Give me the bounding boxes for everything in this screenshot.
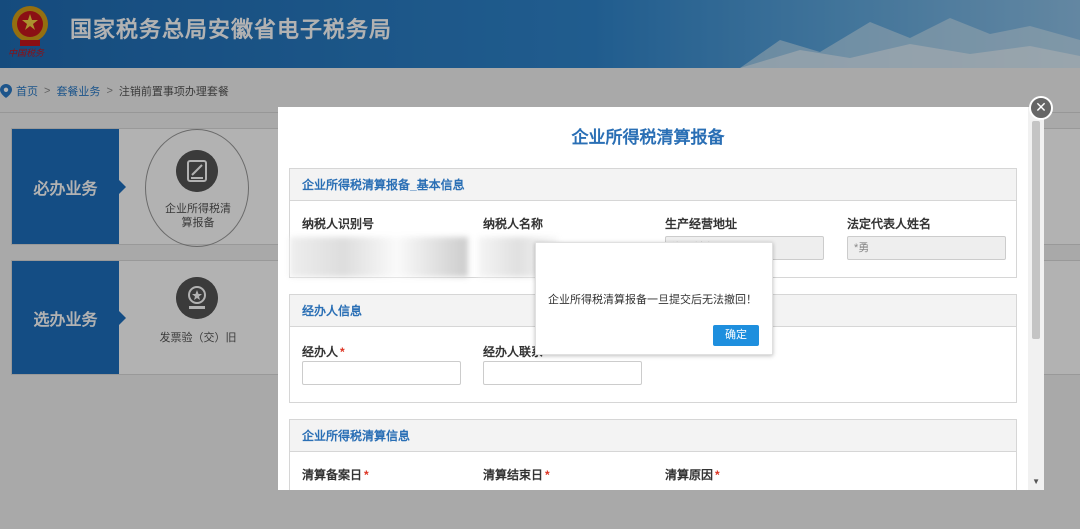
section-heading: 企业所得税清算报备_基本信息 [290,169,1016,201]
clearing-info-section: 企业所得税清算信息 清算备案日 * 清算结束日 * 清算原因 * [289,419,1017,490]
end-date-label: 清算结束日 * [483,466,550,483]
reason-label-text: 清算原因 [665,468,714,482]
agent-label: 经办人 * [302,343,345,360]
legal-rep-label: 法定代表人姓名 [847,217,932,231]
confirm-alert-dialog: 企业所得税清算报备一旦提交后无法撤回！ 确定 [535,242,773,355]
alert-message: 企业所得税清算报备一旦提交后无法撤回！ [548,294,757,306]
required-mark: * [715,468,720,482]
alert-ok-button[interactable]: 确定 [713,325,759,346]
required-mark: * [364,468,369,482]
scrollbar-thumb[interactable] [1032,121,1040,339]
agent-contact-input[interactable] [483,361,642,385]
taxpayer-id-label: 纳税人识别号 [302,217,375,231]
section-heading: 企业所得税清算信息 [290,420,1016,452]
legal-rep-field[interactable]: *勇 [847,236,1006,260]
required-mark: * [545,468,550,482]
close-modal-button[interactable]: ✕ [1029,96,1053,120]
agent-input[interactable] [302,361,461,385]
agent-label-text: 经办人 [302,345,339,359]
modal-scrollbar[interactable]: ▼ [1028,107,1044,490]
address-label: 生产经营地址 [665,217,738,231]
redacted-taxpayer-id [290,237,468,277]
agent-contact-label: 经办人联系 [483,345,544,359]
reason-label: 清算原因 * [665,466,720,483]
start-date-label-text: 清算备案日 [302,468,363,482]
start-date-label: 清算备案日 * [302,466,369,483]
taxpayer-name-label: 纳税人名称 [483,217,544,231]
end-date-label-text: 清算结束日 [483,468,544,482]
modal-title: 企业所得税清算报备 [571,128,725,147]
required-mark: * [340,345,345,359]
scroll-down-arrow-icon[interactable]: ▼ [1032,477,1040,486]
